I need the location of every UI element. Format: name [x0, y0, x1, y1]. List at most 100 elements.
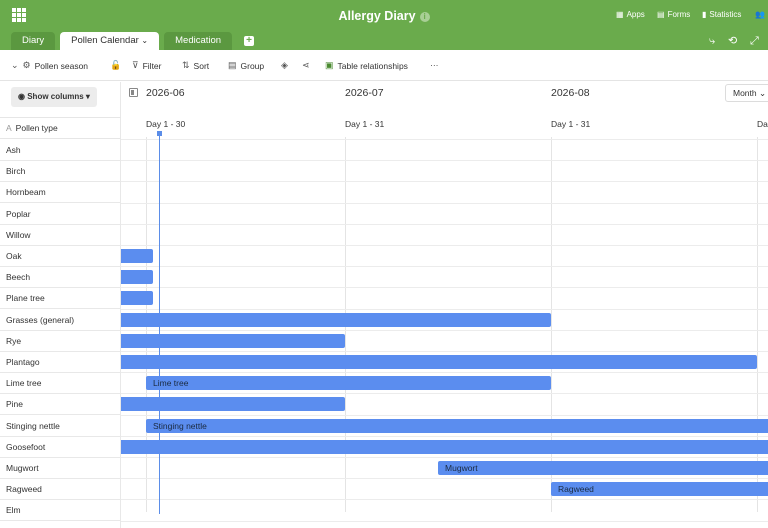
table-relationships-button[interactable]: ▣ Table relationships [325, 60, 408, 71]
column-header[interactable]: A Pollen type [0, 117, 121, 139]
view-selector[interactable]: ⌄ ⚙ Pollen season [11, 60, 88, 71]
users-icon[interactable]: 👥 [755, 10, 765, 19]
statistics-button[interactable]: ▮ Statistics [702, 10, 741, 19]
list-item[interactable]: Ragweed [0, 479, 121, 501]
expand-icon[interactable]: ⤢ [750, 36, 759, 47]
zoom-select[interactable]: Month ⌄ [725, 84, 768, 102]
forms-icon: ▤ [657, 10, 665, 19]
timeline-bar[interactable]: Lime tree [146, 376, 551, 391]
month-divider [757, 137, 758, 512]
timeline-bar[interactable] [121, 291, 153, 306]
timeline-view-icon: ⚙ [22, 60, 31, 70]
forms-label: Forms [667, 10, 691, 19]
timeline-bar[interactable]: Ragweed [551, 482, 768, 497]
list-item[interactable]: Beech [0, 267, 121, 289]
chevron-down-icon: ⌄ [11, 60, 19, 70]
app-title: Allergy Diary i [0, 9, 768, 23]
list-item[interactable]: Grasses (general) [0, 310, 121, 331]
history-icon[interactable]: ⟲ [728, 36, 737, 47]
timeline-bar[interactable] [121, 270, 153, 285]
tab-diary[interactable]: Diary [11, 32, 56, 50]
list-item[interactable]: Rye [0, 331, 121, 352]
row-divider [121, 478, 768, 480]
row-divider [121, 202, 768, 204]
collapse-sidebar-icon[interactable] [129, 88, 138, 97]
show-columns-label: Show columns [27, 92, 84, 101]
statistics-label: Statistics [709, 10, 742, 19]
list-item[interactable]: Willow [0, 225, 121, 246]
apps-icon: ▦ [616, 10, 624, 19]
sort-icon: ⇅ [182, 60, 190, 70]
row-divider [121, 308, 768, 310]
timeline-bar[interactable] [121, 355, 757, 369]
list-item[interactable]: Ash [0, 140, 121, 161]
eye-icon: ◉ [18, 92, 25, 101]
list-item[interactable]: Plantago [0, 352, 121, 373]
filter-label: Filter [142, 60, 162, 71]
list-item[interactable]: Lime tree [0, 373, 121, 395]
list-item[interactable]: Goosefoot [0, 437, 121, 458]
more-options-icon[interactable]: ··· [430, 60, 439, 70]
list-item[interactable]: Plane tree [0, 288, 121, 310]
column-header-label: Pollen type [15, 123, 58, 133]
month-label: 2026-07 [345, 87, 384, 99]
add-table-icon[interactable]: + [244, 36, 254, 46]
share-icon[interactable]: ⤷ [709, 36, 715, 47]
row-color-icon[interactable]: ◈ [281, 60, 288, 71]
row-divider [121, 245, 768, 246]
apps-button[interactable]: ▦ Apps [616, 10, 645, 19]
share-view-icon[interactable]: ⋖ [302, 60, 310, 71]
top-bar: Allergy Diary i ▦ Apps ▤ Forms ▮ Statistics … [0, 0, 768, 50]
view-toolbar: ⌄ ⚙ Pollen season 🔓 ⊽ Filter ⇅ Sort ▤ Group ◈… [0, 50, 768, 81]
tab-diary-label: Diary [22, 35, 45, 46]
lock-icon[interactable]: 🔓 [110, 60, 121, 71]
period-label: Day 1 - 31 [345, 119, 385, 129]
tab-pollen-calendar[interactable]: Pollen Calendar ⌄ [60, 32, 160, 50]
list-item[interactable]: Stinging nettle [0, 416, 121, 437]
table-relationships-label: Table relationships [337, 60, 408, 71]
apps-label: Apps [626, 10, 645, 19]
group-button[interactable]: ▤ Group [228, 60, 264, 71]
statistics-icon: ▮ [702, 10, 707, 19]
timeline-bar[interactable]: Mugwort [438, 461, 768, 475]
timeline-bar[interactable] [121, 249, 153, 263]
chevron-down-icon[interactable]: ⌄ [141, 36, 148, 45]
group-icon: ▤ [228, 60, 237, 70]
view-name: Pollen season [34, 60, 89, 71]
sort-label: Sort [193, 60, 210, 71]
row-divider [121, 435, 768, 437]
list-item[interactable]: Pine [0, 394, 121, 416]
list-item[interactable]: Mugwort [0, 458, 121, 479]
timeline-bar[interactable] [121, 397, 345, 412]
filter-button[interactable]: ⊽ Filter [132, 60, 161, 71]
timeline-bar[interactable] [121, 312, 551, 327]
month-divider [551, 137, 552, 512]
row-sidebar: ◉ Show columns ▾ A Pollen type Ash Birch Ho… [0, 82, 121, 528]
list-item[interactable]: Oak [0, 246, 121, 267]
list-item[interactable]: Elm [0, 500, 121, 522]
info-icon[interactable]: i [419, 12, 430, 22]
relationships-icon: ▣ [325, 60, 334, 70]
list-item[interactable]: Hornbeam [0, 182, 121, 204]
month-label: 2026-06 [146, 87, 185, 99]
timeline-bar[interactable] [121, 439, 768, 454]
timeline-bar[interactable] [121, 333, 345, 348]
tab-medication[interactable]: Medication [164, 32, 233, 50]
chevron-down-icon: ⌄ [759, 88, 767, 98]
group-label: Group [240, 60, 265, 71]
forms-button[interactable]: ▤ Forms [657, 10, 690, 19]
sort-button[interactable]: ⇅ Sort [182, 60, 209, 71]
list-item[interactable]: Poplar [0, 204, 121, 225]
period-label: Day 1 - 30 [146, 119, 186, 129]
row-divider [121, 329, 768, 331]
month-label: 2026-08 [551, 87, 590, 99]
row-divider [121, 499, 768, 501]
row-divider [121, 139, 768, 140]
show-columns-button[interactable]: ◉ Show columns ▾ [11, 87, 97, 107]
list-item[interactable]: Birch [0, 161, 121, 183]
caret-down-icon: ▾ [85, 92, 90, 101]
row-divider [121, 287, 768, 289]
app-title-text: Allergy Diary [338, 9, 416, 23]
timeline-bar[interactable]: Stinging nettle [146, 418, 768, 433]
row-divider [121, 393, 768, 395]
